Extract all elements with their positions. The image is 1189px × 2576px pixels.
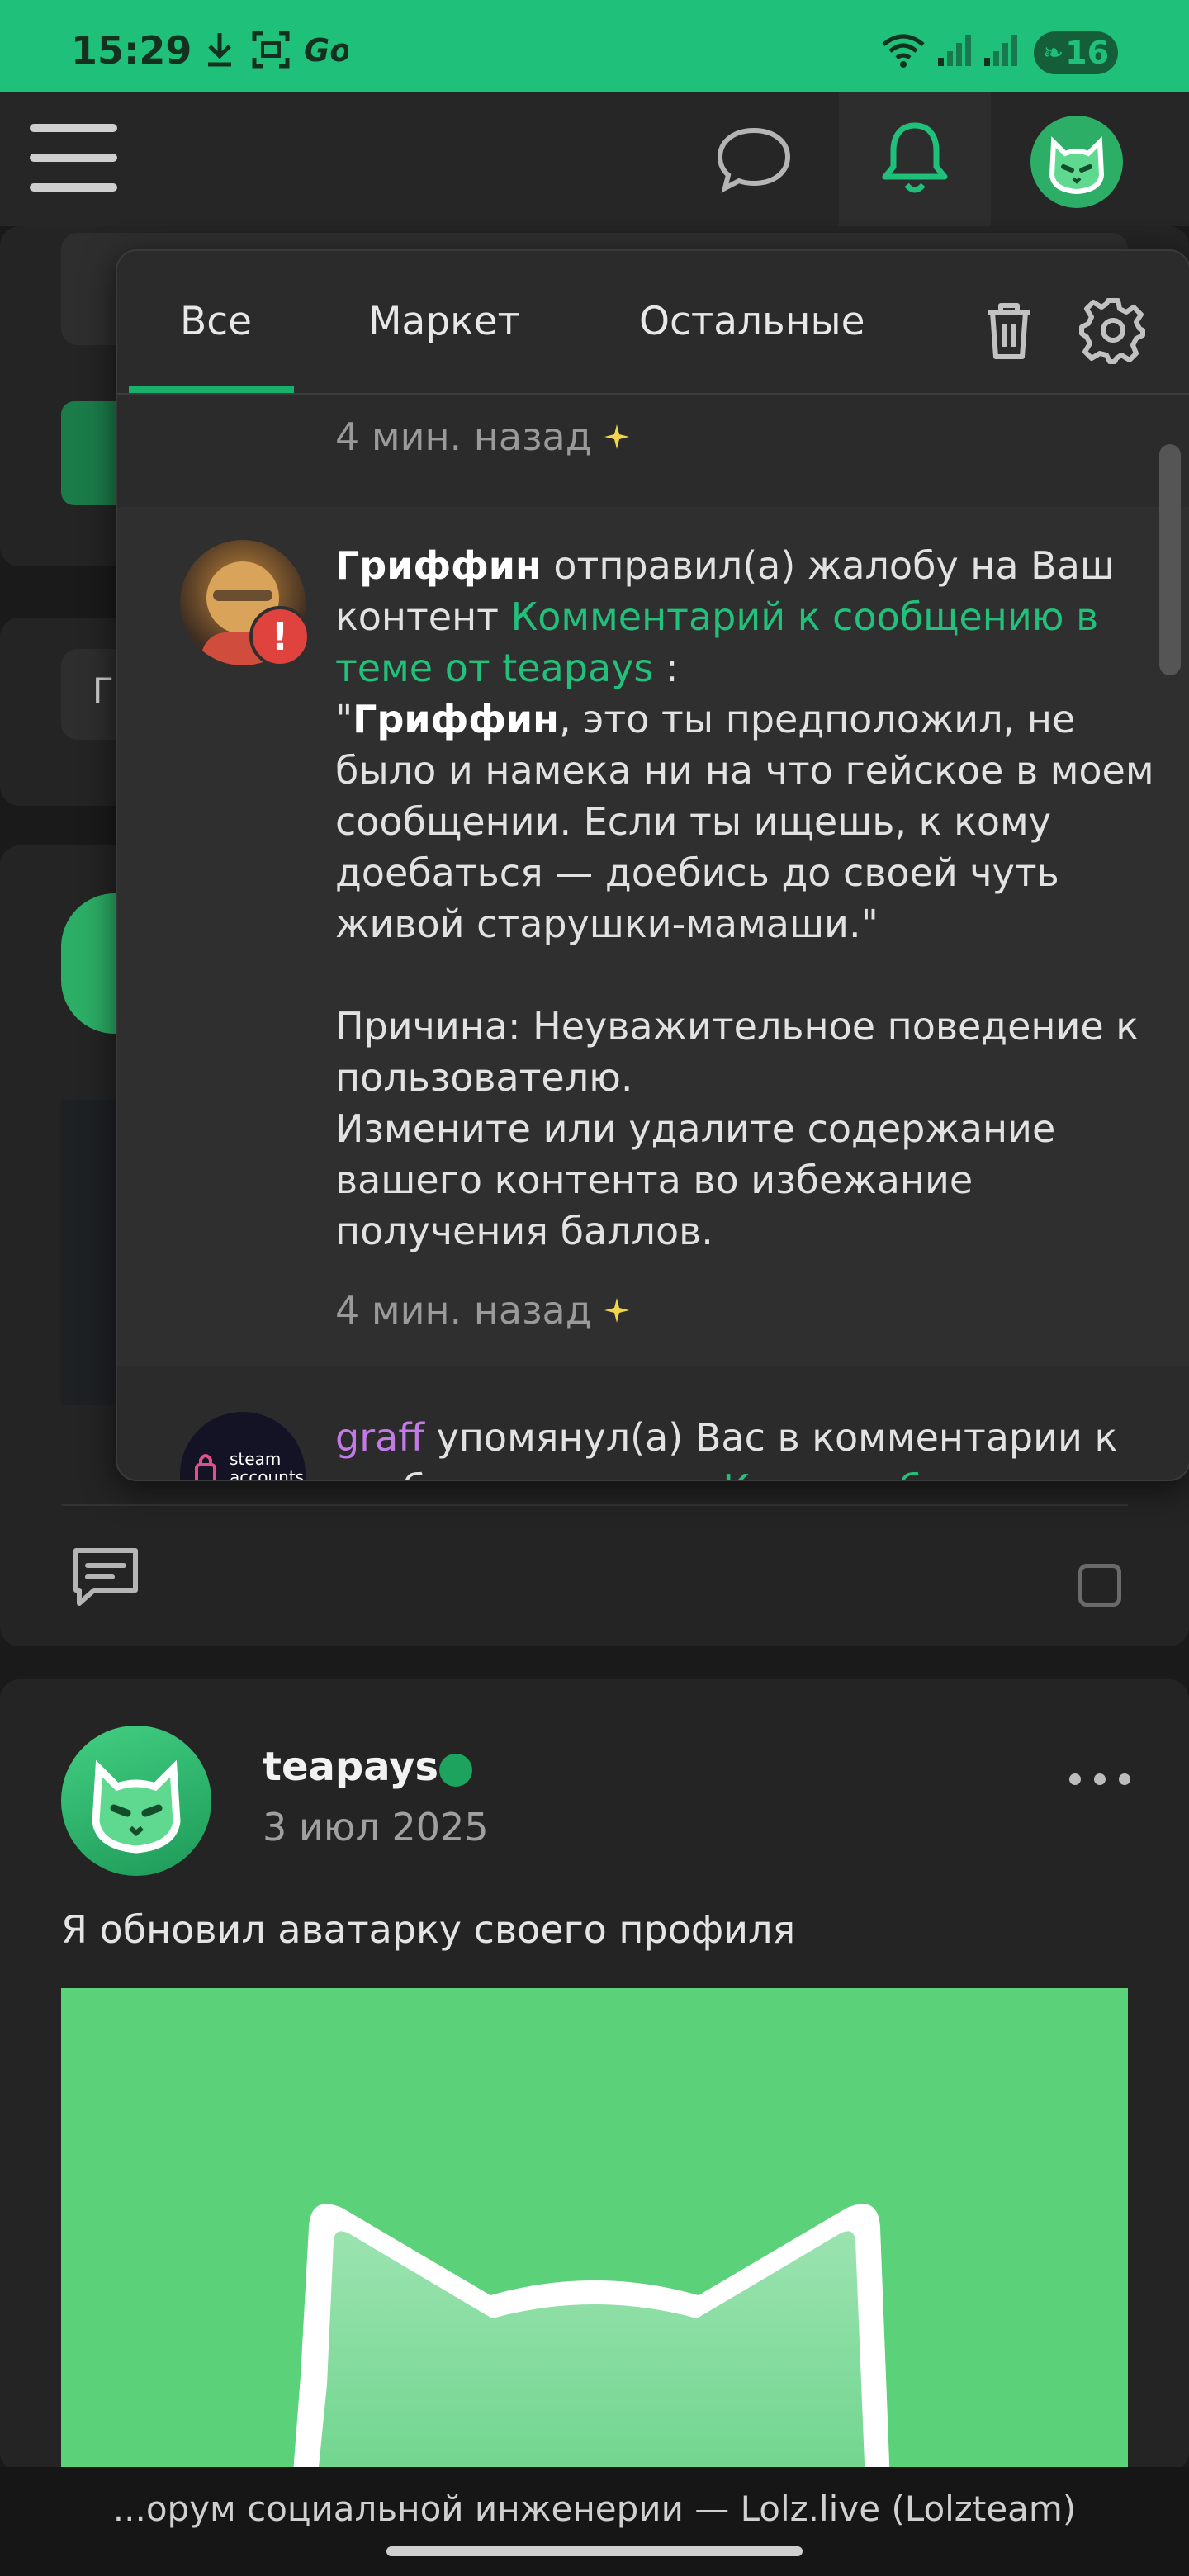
gear-icon[interactable]	[1078, 296, 1148, 365]
notification-text: Гриффин отправил(а) жалобу на Ваш контен…	[335, 540, 1161, 1257]
tab-market[interactable]: Маркет	[368, 299, 520, 344]
status-bar: 15:29 Go ❧ 16	[0, 0, 1189, 92]
notifications-tabs: Все Маркет Остальные	[117, 251, 1189, 395]
warning-badge-icon: !	[249, 606, 310, 667]
battery-indicator: ❧ 16	[1034, 31, 1118, 74]
complaint-advice: Измените или удалите содержание вашего к…	[335, 1106, 1056, 1253]
divider	[61, 1504, 1128, 1506]
home-indicator[interactable]	[386, 2546, 803, 2556]
notification-colon: :	[653, 646, 679, 690]
post-image[interactable]	[61, 1988, 1128, 2467]
cat-avatar-icon	[1049, 136, 1105, 195]
post-date[interactable]: 3 июл 2025	[263, 1805, 489, 1849]
page-title-bar[interactable]: ...орум социальной инженерии — Lolz.live…	[0, 2488, 1189, 2529]
background-text: Г	[92, 670, 114, 711]
active-tab-indicator	[129, 386, 294, 393]
notification-link[interactable]: Как заработать	[722, 1466, 1035, 1480]
hamburger-line	[30, 183, 117, 192]
signal-2-icon	[984, 35, 1017, 66]
notifications-button[interactable]	[839, 92, 991, 226]
top-nav	[0, 92, 1189, 226]
sparkle-icon	[604, 424, 629, 449]
hamburger-line	[30, 154, 117, 162]
screenshot-icon	[252, 31, 290, 69]
tab-all[interactable]: Все	[180, 299, 252, 344]
cat-avatar-image	[61, 1988, 1128, 2467]
battery-level: 16	[1065, 35, 1110, 71]
quote-open: "	[335, 697, 353, 741]
post-text: Я обновил аватарку своего профиля	[61, 1907, 796, 1952]
cat-avatar-icon	[92, 1759, 181, 1854]
svg-text:Go: Go	[304, 32, 348, 69]
signal-1-icon	[938, 35, 971, 66]
post-author-avatar[interactable]	[61, 1726, 211, 1876]
avatar-caption: steam accounts	[230, 1449, 305, 1481]
notification-text: graff упомянул(а) Вас в комментарии к со…	[335, 1412, 1161, 1480]
wifi-icon	[882, 34, 925, 68]
trash-icon[interactable]	[976, 297, 1042, 363]
download-icon	[208, 33, 231, 67]
bell-icon	[882, 122, 948, 193]
user-avatar[interactable]	[1030, 116, 1123, 208]
complaint-reason: Причина: Неуважительное поведение к поль…	[335, 1004, 1139, 1100]
more-options-icon[interactable]	[1067, 1767, 1133, 1792]
tab-other[interactable]: Остальные	[639, 299, 865, 344]
select-checkbox[interactable]	[1078, 1564, 1121, 1607]
notification-time: 4 мин. назад	[335, 1288, 592, 1333]
comment-icon[interactable]	[69, 1544, 142, 1610]
post-author-name[interactable]: teapays	[263, 1744, 438, 1790]
menu-button[interactable]	[30, 121, 119, 193]
notifications-popup: Все Маркет Остальные 4 мин. назад ! Гриф…	[116, 249, 1189, 1481]
notification-user[interactable]: graff	[335, 1415, 424, 1460]
status-time: 15:29	[71, 28, 192, 73]
avatar-caption-line: accounts	[230, 1467, 305, 1481]
battery-leaf-icon: ❧	[1042, 38, 1064, 68]
notification-time: 4 мин. назад	[335, 414, 592, 459]
lock-icon	[195, 1454, 216, 1480]
hamburger-line	[30, 124, 117, 132]
quote-user: Гриффин	[353, 697, 559, 741]
sparkle-icon	[604, 1298, 629, 1323]
avatar-caption-line: steam	[230, 1449, 282, 1469]
online-status-badge	[439, 1754, 472, 1787]
scrollbar[interactable]	[1159, 444, 1181, 675]
chat-bubble-icon[interactable]	[710, 116, 798, 203]
notification-user[interactable]: Гриффин	[335, 543, 542, 588]
go-icon: Go	[304, 32, 348, 69]
